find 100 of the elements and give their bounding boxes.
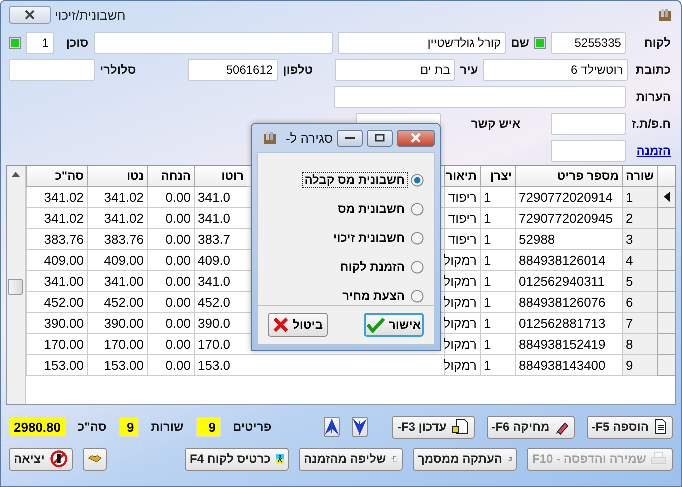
table-cell: רמקול xyxy=(444,334,480,355)
table-cell: 341.02 xyxy=(87,208,147,229)
table-cell: רמקול xyxy=(444,292,480,313)
table-cell: 52988 xyxy=(515,229,622,250)
row-marker[interactable] xyxy=(657,271,675,292)
radio-option[interactable]: הזמנת לקוח xyxy=(337,258,424,276)
column-header[interactable]: מספר פריט xyxy=(515,166,622,187)
table-cell: 409.00 xyxy=(26,250,87,271)
close-icon xyxy=(272,317,289,333)
field-label: הערות xyxy=(635,90,671,104)
ok-button[interactable]: אישור xyxy=(364,313,424,337)
input-field[interactable]: 5255335 xyxy=(551,32,626,54)
radio-option[interactable]: חשבונית זיכוי xyxy=(330,229,424,247)
table-cell: 3 xyxy=(622,229,657,250)
column-header[interactable]: תיאור xyxy=(444,166,480,187)
input-field[interactable] xyxy=(94,32,333,54)
arrow-up-icon xyxy=(325,419,340,435)
footer-button[interactable]: כרטיס לקוח F4 xyxy=(185,448,289,470)
handshake-button[interactable] xyxy=(83,448,107,470)
table-cell: 1 xyxy=(622,187,657,208)
table-cell: ריפוד xyxy=(444,208,480,229)
action-button[interactable]: עדכון F3- xyxy=(392,416,475,438)
footer-button[interactable]: יציאה xyxy=(9,448,73,470)
field-label: סלולרי xyxy=(100,63,138,77)
table-cell: 7290772020914 xyxy=(515,187,622,208)
order-link[interactable]: הזמנה xyxy=(631,144,671,158)
scroll-thumb[interactable] xyxy=(8,279,23,295)
input-field[interactable]: רוטשילד 6 xyxy=(483,59,628,81)
table-cell: 341.0 xyxy=(194,208,247,229)
column-header[interactable]: סה"כ xyxy=(26,166,87,187)
input-field[interactable]: בת ים xyxy=(335,59,456,81)
maximize-button[interactable] xyxy=(367,130,393,146)
table-cell: 170.00 xyxy=(87,334,147,355)
table-cell: 0.00 xyxy=(147,355,194,376)
input-field[interactable] xyxy=(334,86,626,108)
column-header[interactable]: שורה xyxy=(622,166,657,187)
table-cell: 170.00 xyxy=(26,334,87,355)
table-cell: 884938126076 xyxy=(515,292,622,313)
field-label: איש קשר xyxy=(470,117,522,131)
table-cell: 409.0 xyxy=(194,250,247,271)
field-label: טלפון xyxy=(283,63,314,77)
table-cell: 9 xyxy=(622,355,657,376)
close-icon xyxy=(24,10,36,20)
table-cell: 390.00 xyxy=(26,313,87,334)
input-field[interactable] xyxy=(551,140,626,162)
column-header[interactable]: נטו xyxy=(87,166,147,187)
table-cell: 390.0 xyxy=(194,313,247,334)
row-marker[interactable] xyxy=(657,187,675,208)
column-header[interactable]: רוטו xyxy=(194,166,247,187)
maximize-icon xyxy=(375,134,385,142)
input-field[interactable] xyxy=(9,59,95,81)
scrollbar[interactable] xyxy=(7,166,26,404)
radio-icon xyxy=(411,232,424,244)
move-up-button[interactable] xyxy=(324,417,340,437)
table-cell: 383.76 xyxy=(87,229,147,250)
table-cell: 170.0 xyxy=(194,334,247,355)
radio-option[interactable]: חשבונית מס xyxy=(335,200,424,218)
row-marker[interactable] xyxy=(657,355,675,376)
table-cell: 0.00 xyxy=(147,250,194,271)
field-label: ח.פ/ת.ז xyxy=(631,117,671,131)
table-cell: 0.00 xyxy=(147,271,194,292)
table-cell: 4 xyxy=(622,250,657,271)
input-field[interactable]: 5061612 xyxy=(188,59,278,81)
no-entry-icon xyxy=(50,449,68,469)
input-field[interactable]: קורל גולדשטיין xyxy=(338,32,506,54)
table-cell: רמקול xyxy=(444,313,480,334)
table-cell: 383.76 xyxy=(26,229,87,250)
close-button[interactable] xyxy=(397,130,435,146)
cancel-button[interactable]: ביטול xyxy=(268,313,328,337)
app-icon xyxy=(657,7,673,23)
table-cell: 1 xyxy=(480,271,515,292)
close-button[interactable] xyxy=(9,6,51,24)
row-marker[interactable] xyxy=(657,334,675,355)
field-label: שם xyxy=(511,36,530,50)
row-marker[interactable] xyxy=(657,313,675,334)
table-cell: 7 xyxy=(622,313,657,334)
footer-button[interactable]: העתקה ממסמך xyxy=(413,448,517,470)
table-cell: 884938143400 xyxy=(515,355,622,376)
move-down-button[interactable] xyxy=(352,417,368,437)
table-cell: 1 xyxy=(480,334,515,355)
column-header[interactable]: הנחה xyxy=(147,166,194,187)
table-cell: 452.00 xyxy=(87,292,147,313)
footer-button[interactable]: שליפה מהזמנה xyxy=(299,448,403,470)
table-cell: 153.00 xyxy=(26,355,87,376)
total-value: 9 xyxy=(196,417,222,437)
table-cell: 0.00 xyxy=(147,334,194,355)
minimize-button[interactable] xyxy=(337,130,363,146)
row-marker[interactable] xyxy=(657,292,675,313)
action-button[interactable]: הוספה F5- xyxy=(586,416,673,438)
row-marker[interactable] xyxy=(657,250,675,271)
input-field[interactable]: 1 xyxy=(26,32,54,54)
column-header[interactable]: יצרן xyxy=(480,166,515,187)
row-marker[interactable] xyxy=(657,229,675,250)
total-label: פריטים xyxy=(233,420,272,434)
table-cell: 390.00 xyxy=(87,313,147,334)
table-cell: 884938126014 xyxy=(515,250,622,271)
row-marker[interactable] xyxy=(657,208,675,229)
action-button[interactable]: מחיקה F6- xyxy=(486,416,575,438)
input-field[interactable] xyxy=(551,113,626,135)
radio-option[interactable]: הצעת מחיר xyxy=(340,287,424,305)
